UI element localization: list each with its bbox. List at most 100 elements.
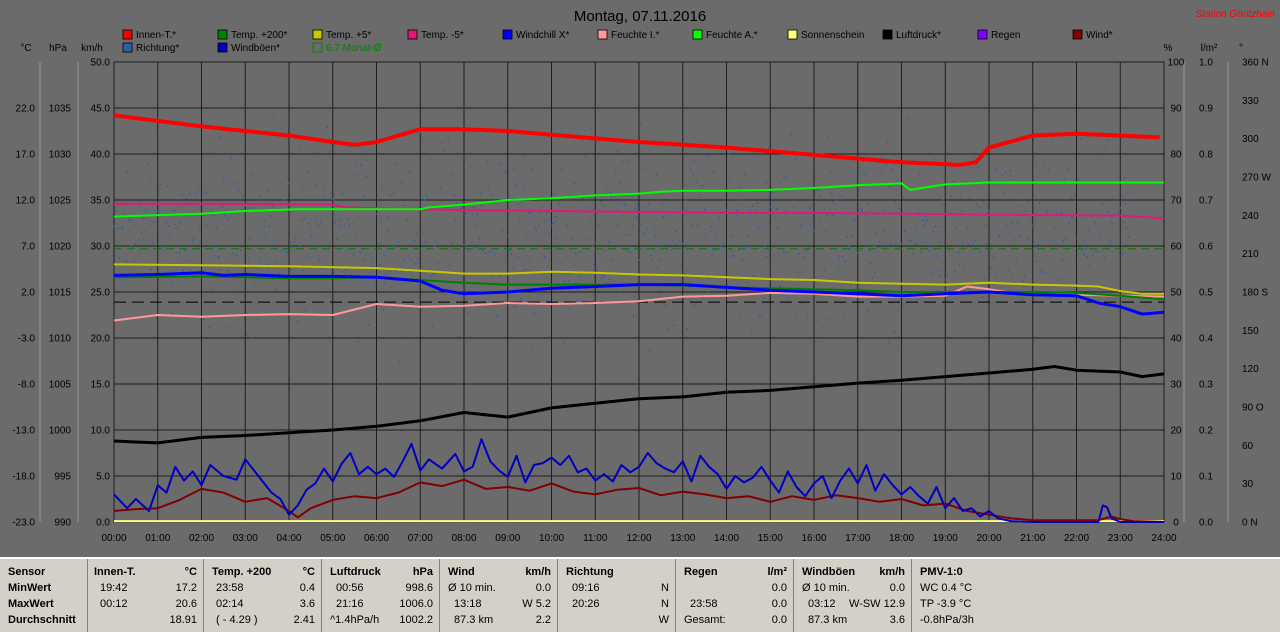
legend-swatch (312, 29, 323, 40)
legend-item: Sonnenschein (787, 29, 864, 41)
richtung-point (177, 206, 180, 208)
richtung-point (687, 244, 690, 246)
richtung-point (233, 182, 236, 185)
richtung-point (1096, 250, 1099, 253)
wind-distance: 87.3 km (454, 614, 494, 626)
richtung-point (159, 188, 161, 191)
richtung-point (1128, 236, 1130, 238)
richtung-point (525, 236, 528, 238)
richtung-point (448, 264, 451, 266)
richtung-point (853, 218, 856, 221)
richtung-point (454, 220, 457, 222)
richtung-point (555, 216, 557, 218)
richtung-point (703, 208, 706, 211)
richtung-point (381, 185, 383, 188)
richtung-point (972, 156, 975, 159)
richtung-point (416, 232, 418, 235)
richtung-point (850, 284, 852, 287)
richtung-point (977, 166, 979, 169)
richtung-point (523, 188, 525, 190)
richtung-point (724, 193, 727, 195)
richtung-point (948, 250, 951, 252)
richtung-point (308, 226, 311, 229)
richtung-point (602, 204, 604, 207)
richtung-point (871, 229, 873, 232)
richtung-point (382, 308, 384, 311)
richtung-point (749, 209, 752, 212)
tick-lm2: 0.6 (1199, 242, 1213, 253)
richtung-point (435, 291, 438, 293)
richtung-point (281, 249, 284, 252)
richtung-point (170, 281, 172, 284)
richtung-point (241, 284, 243, 287)
richtung-point (521, 200, 523, 203)
richtung-point (545, 220, 547, 223)
regen-total-value: 0.0 (771, 614, 787, 626)
richtung-point (932, 230, 935, 233)
wind-avg-value: 2.2 (535, 614, 551, 626)
richtung-point (481, 249, 484, 252)
richtung-point (181, 193, 183, 196)
richtung-point (875, 232, 878, 234)
richtung-point (532, 349, 534, 351)
richtung-point (340, 213, 343, 216)
tick-lm2: 0.2 (1199, 426, 1213, 437)
richtung-point (759, 270, 762, 273)
pmv-title: PMV-1:0 (920, 566, 963, 578)
richtung-point (1050, 138, 1053, 140)
richtung-point (508, 195, 510, 198)
richtung-point (380, 220, 382, 222)
richtung-point (229, 156, 231, 158)
richtung-point (609, 191, 612, 194)
richtung-point (1069, 263, 1071, 265)
richtung-point (608, 278, 611, 280)
tick-celsius: -23.0 (12, 518, 35, 529)
richtung-point (1084, 266, 1087, 268)
richtung-point (803, 256, 805, 259)
richtung-point (848, 245, 850, 247)
temp200-title: Temp. +200 (212, 566, 272, 578)
richtung-point (319, 220, 322, 223)
tick-time: 22:00 (1064, 533, 1089, 544)
regen-unit: l/m² (767, 566, 787, 578)
unit-celsius: °C (20, 43, 31, 54)
richtung-point (908, 118, 910, 120)
legend-item: Temp. +5* (312, 29, 371, 41)
richtung-point (631, 224, 634, 227)
richtung-point (607, 240, 610, 243)
richtung-point (889, 243, 892, 246)
richtung-point (536, 239, 539, 241)
richtung-point (854, 284, 857, 286)
richtung-point (292, 241, 295, 244)
richtung-point (665, 243, 668, 246)
legend-item: Regen (977, 29, 1020, 41)
tick-time: 20:00 (976, 533, 1001, 544)
richtung-point (173, 209, 175, 212)
richtung-point (201, 156, 204, 159)
richtung-point (199, 240, 202, 242)
richtung-point (1076, 225, 1079, 227)
richtung-point (342, 270, 345, 273)
richtung-point (1068, 222, 1070, 225)
richtung-point (547, 300, 550, 302)
richtung-point (648, 202, 650, 205)
tick-lm2: 0.7 (1199, 196, 1213, 207)
richtung-point (162, 248, 165, 251)
richtung-point (1099, 233, 1102, 236)
richtung-point (975, 266, 977, 268)
richtung-point (383, 254, 385, 256)
richtung-point (727, 152, 730, 155)
richtung-point (1030, 263, 1033, 266)
regen-total-label: Gesamt: (684, 614, 726, 626)
richtung-point (249, 207, 252, 209)
richtung-point (839, 195, 842, 197)
legend-item: Temp. -5* (407, 29, 464, 41)
richtung-point (593, 263, 595, 266)
richtung-point (1087, 229, 1090, 232)
richtung-point (590, 128, 592, 130)
richtung-point (618, 291, 621, 294)
richtung-point (375, 213, 378, 215)
tick-celsius: 12.0 (16, 196, 36, 207)
richtung-point (1013, 223, 1015, 225)
richtung-point (526, 300, 529, 303)
